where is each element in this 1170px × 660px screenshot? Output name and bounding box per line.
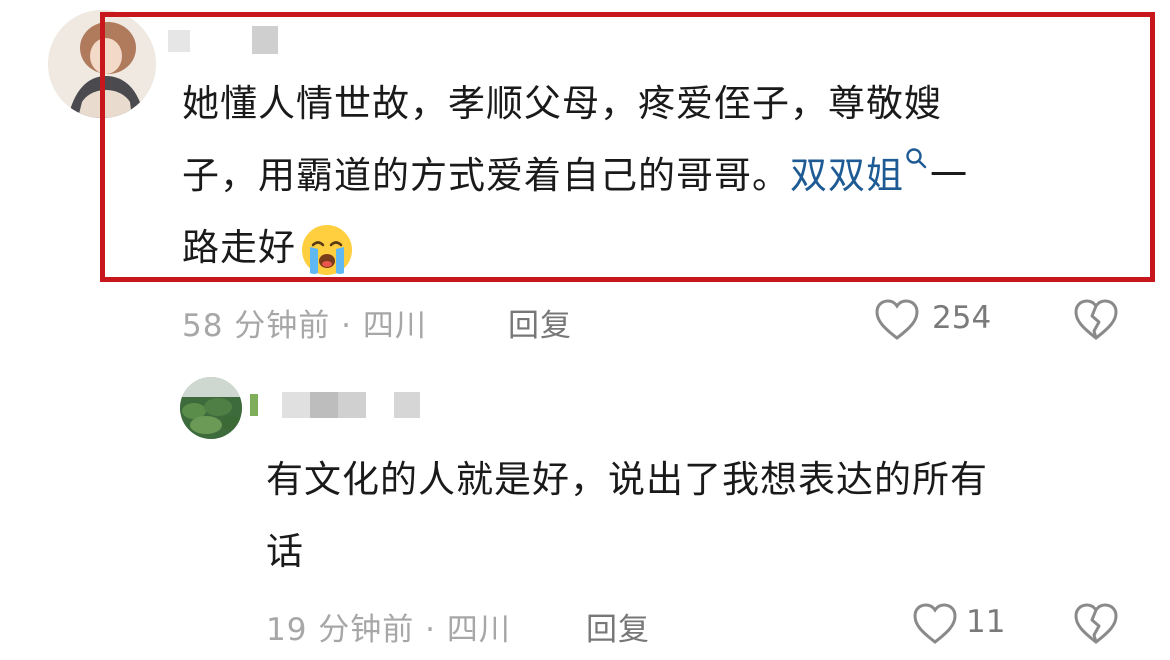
mention-link[interactable]: 双双姐 [790, 154, 904, 197]
comment-line: 她懂人情世故，孝顺父母，疼爱侄子，尊敬嫂 [182, 82, 942, 125]
reply-line: 话 [266, 530, 304, 573]
comment-time-location: 58 分钟前 · 四川 [182, 308, 427, 344]
search-icon[interactable] [904, 146, 930, 172]
reply-time-location: 19 分钟前 · 四川 [266, 612, 511, 648]
reply-reply-button[interactable]: 回复 [586, 604, 650, 649]
comment-line: 路走好 [182, 212, 1142, 284]
reply-like-count: 11 [966, 604, 1006, 640]
heart-icon [913, 603, 957, 644]
reply-line: 有文化的人就是好，说出了我想表达的所有 [266, 458, 988, 501]
like-button[interactable]: 254 [874, 298, 1004, 344]
reply-like-button[interactable]: 11 [912, 602, 1012, 648]
dislike-icon[interactable] [1073, 298, 1119, 342]
reply-dislike-icon[interactable] [1073, 602, 1119, 646]
comment-body: 她懂人情世故，孝顺父母，疼爱侄子，尊敬嫂 子，用霸道的方式爱着自己的哥哥。双双姐… [182, 68, 1142, 284]
reply-body: 有文化的人就是好，说出了我想表达的所有 话 [266, 444, 1146, 588]
like-count: 254 [932, 300, 992, 336]
heart-icon [875, 299, 919, 340]
comment-line: 子，用霸道的方式爱着自己的哥哥。双双姐一 [182, 140, 1142, 212]
loudly-crying-face-icon [302, 224, 352, 275]
reply-button[interactable]: 回复 [508, 300, 572, 345]
replier-avatar[interactable] [180, 377, 242, 439]
